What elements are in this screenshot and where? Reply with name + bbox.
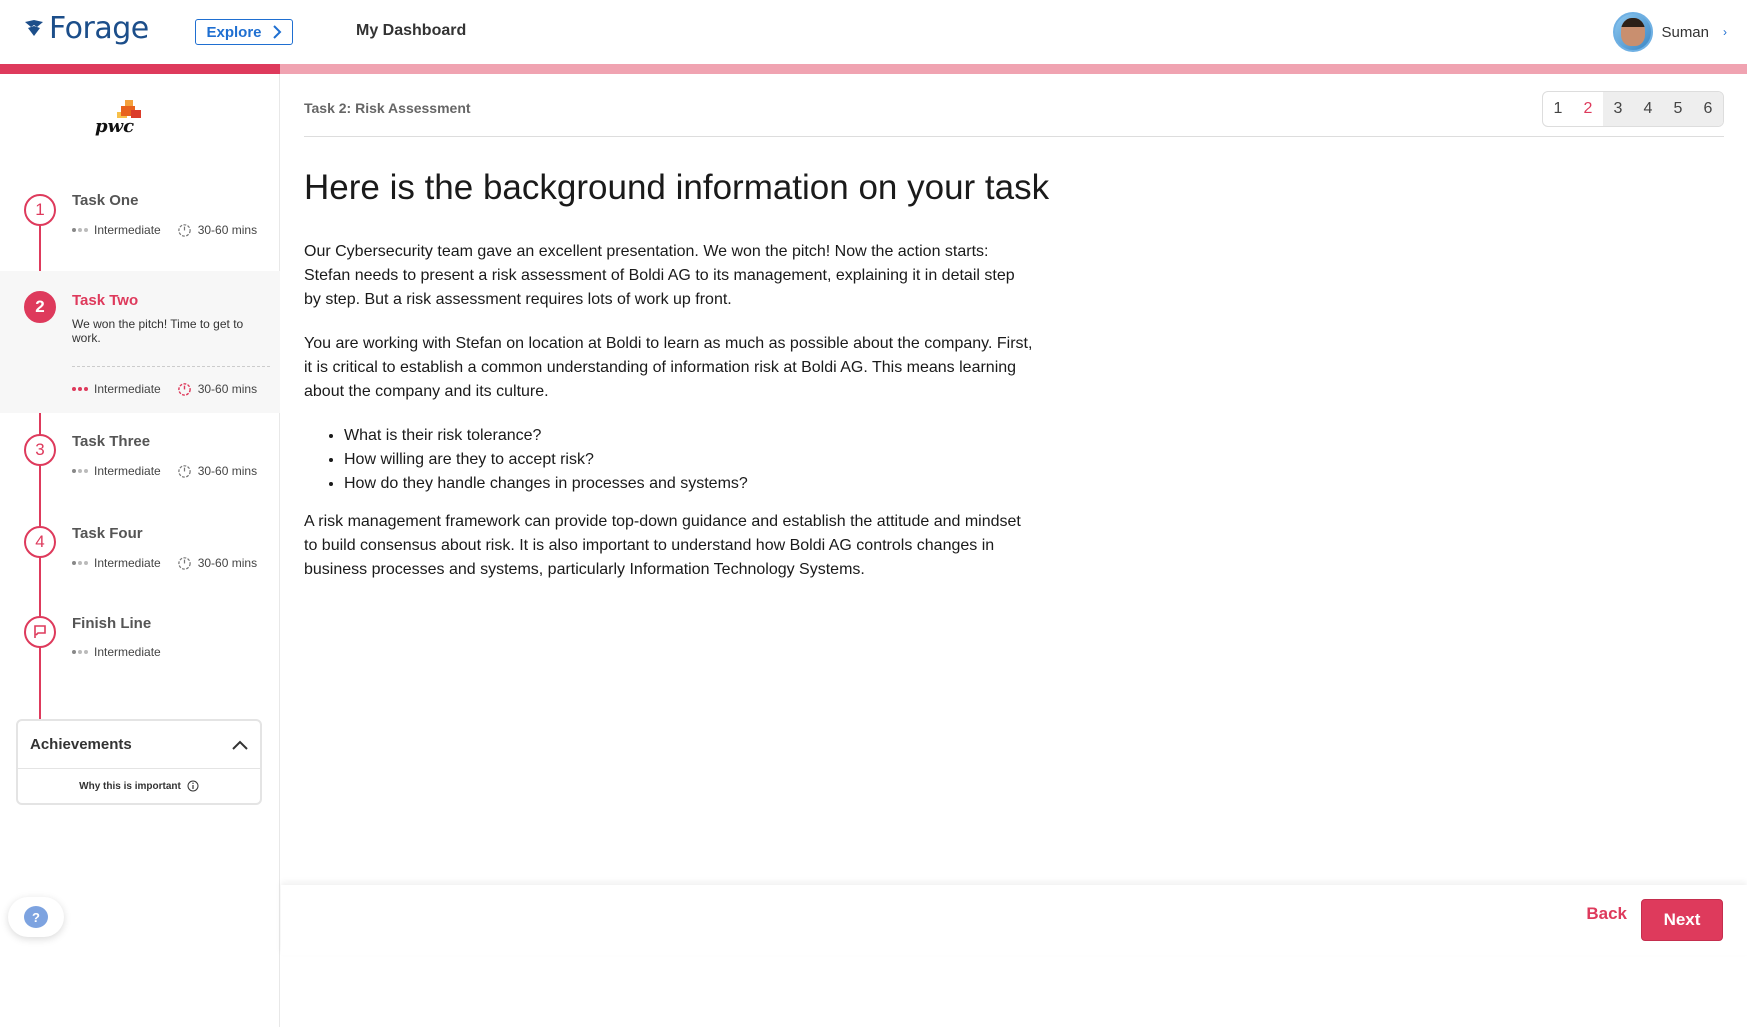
chevron-right-icon: › bbox=[1723, 25, 1727, 39]
why-important-label: Why this is important bbox=[79, 780, 181, 792]
task-title: Task One bbox=[72, 192, 139, 209]
user-name: Suman bbox=[1661, 23, 1709, 41]
achievements-header[interactable]: Achievements bbox=[18, 721, 260, 769]
task-number-badge: 4 bbox=[24, 526, 56, 558]
task-duration: 30-60 mins bbox=[197, 222, 258, 237]
flag-icon bbox=[34, 625, 46, 638]
company-logo: pwc bbox=[95, 100, 155, 140]
task-title: Task Four bbox=[72, 525, 143, 542]
explore-button[interactable]: Explore bbox=[195, 19, 293, 45]
logo-text: Forage bbox=[49, 11, 149, 46]
task-title: Task Three bbox=[72, 433, 151, 450]
task-level: Intermediate bbox=[94, 381, 161, 396]
timer-icon bbox=[177, 465, 191, 478]
task-level: Intermediate bbox=[94, 645, 161, 659]
forage-logo-icon bbox=[25, 20, 43, 36]
difficulty-icon bbox=[72, 386, 88, 391]
difficulty-icon bbox=[72, 650, 88, 654]
difficulty-icon bbox=[72, 468, 88, 473]
list-item: How willing are they to accept risk? bbox=[344, 448, 1034, 472]
task-item-finish-line[interactable]: Finish Line Intermediate bbox=[0, 596, 280, 686]
task-number-badge: 3 bbox=[24, 434, 56, 466]
user-menu[interactable]: Suman › bbox=[1613, 12, 1727, 52]
task-title: Task Two bbox=[72, 292, 139, 309]
task-sidebar: pwc 1 Task One Intermediate 30-60 mins 2… bbox=[0, 74, 280, 1027]
top-navigation: Forage Explore My Dashboard Suman › bbox=[0, 0, 1747, 64]
info-icon bbox=[187, 780, 199, 792]
page-3-button[interactable]: 3 bbox=[1603, 92, 1633, 126]
task-item-3[interactable]: 3 Task Three Intermediate 30-60 mins bbox=[0, 412, 280, 502]
task-number-badge: 1 bbox=[24, 194, 56, 226]
timer-icon bbox=[177, 557, 191, 570]
list-item: How do they handle changes in processes … bbox=[344, 472, 1034, 496]
task-level: Intermediate bbox=[94, 463, 161, 478]
task-description: We won the pitch! Time to get to work. bbox=[72, 317, 244, 345]
timer-icon bbox=[177, 224, 191, 237]
achievements-title: Achievements bbox=[30, 736, 132, 753]
divider bbox=[304, 136, 1724, 137]
page-6-button[interactable]: 6 bbox=[1693, 92, 1723, 126]
task-item-2[interactable]: 2 Task Two We won the pitch! Time to get… bbox=[0, 271, 280, 413]
task-duration: 30-60 mins bbox=[197, 555, 258, 570]
help-button[interactable]: ? bbox=[8, 897, 64, 937]
page-2-button[interactable]: 2 bbox=[1573, 92, 1603, 126]
page-pagination: 1 2 3 4 5 6 bbox=[1542, 91, 1724, 127]
forage-logo[interactable]: Forage bbox=[23, 14, 149, 44]
task-item-1[interactable]: 1 Task One Intermediate 30-60 mins bbox=[0, 174, 280, 258]
task-number-badge: 2 bbox=[24, 291, 56, 323]
help-icon: ? bbox=[24, 906, 48, 928]
my-dashboard-link[interactable]: My Dashboard bbox=[356, 22, 466, 40]
task-level: Intermediate bbox=[94, 555, 161, 570]
achievements-panel: Achievements Why this is important bbox=[16, 719, 262, 805]
chevron-right-icon bbox=[272, 25, 281, 39]
difficulty-icon bbox=[72, 560, 88, 565]
page-4-button[interactable]: 4 bbox=[1633, 92, 1663, 126]
task-body: Our Cybersecurity team gave an excellent… bbox=[304, 240, 1034, 602]
page-title: Here is the background information on yo… bbox=[304, 168, 1050, 207]
finish-line-badge bbox=[24, 616, 56, 648]
task-divider bbox=[72, 366, 270, 367]
task-title: Finish Line bbox=[72, 615, 152, 632]
question-list: What is their risk tolerance? How willin… bbox=[344, 424, 1034, 496]
back-button[interactable]: Back bbox=[1586, 904, 1627, 924]
task-meta: Intermediate 30-60 mins bbox=[72, 463, 257, 478]
task-meta: Intermediate 30-60 mins bbox=[72, 381, 257, 396]
why-important-link[interactable]: Why this is important bbox=[18, 769, 260, 803]
page-1-button[interactable]: 1 bbox=[1543, 92, 1573, 126]
task-level: Intermediate bbox=[94, 222, 161, 237]
task-meta: Intermediate 30-60 mins bbox=[72, 222, 257, 237]
task-duration: 30-60 mins bbox=[197, 463, 258, 478]
breadcrumb: Task 2: Risk Assessment bbox=[304, 100, 471, 116]
progress-fill bbox=[0, 64, 280, 74]
list-item: What is their risk tolerance? bbox=[344, 424, 1034, 448]
explore-label: Explore bbox=[206, 23, 262, 41]
task-duration: 30-60 mins bbox=[197, 381, 258, 396]
paragraph: Our Cybersecurity team gave an excellent… bbox=[304, 243, 1015, 308]
timer-icon bbox=[177, 383, 191, 396]
paragraph: A risk management framework can provide … bbox=[304, 513, 1021, 578]
progress-bar bbox=[0, 64, 1747, 74]
avatar bbox=[1613, 12, 1654, 52]
difficulty-icon bbox=[72, 227, 88, 232]
chevron-up-icon[interactable] bbox=[232, 740, 248, 750]
task-meta: Intermediate bbox=[72, 645, 161, 659]
task-meta: Intermediate 30-60 mins bbox=[72, 555, 257, 570]
paragraph: You are working with Stefan on location … bbox=[304, 335, 1033, 400]
page-5-button[interactable]: 5 bbox=[1663, 92, 1693, 126]
next-button[interactable]: Next bbox=[1641, 899, 1723, 941]
task-item-4[interactable]: 4 Task Four Intermediate 30-60 mins bbox=[0, 504, 280, 594]
action-bar: Back Next bbox=[281, 885, 1747, 955]
